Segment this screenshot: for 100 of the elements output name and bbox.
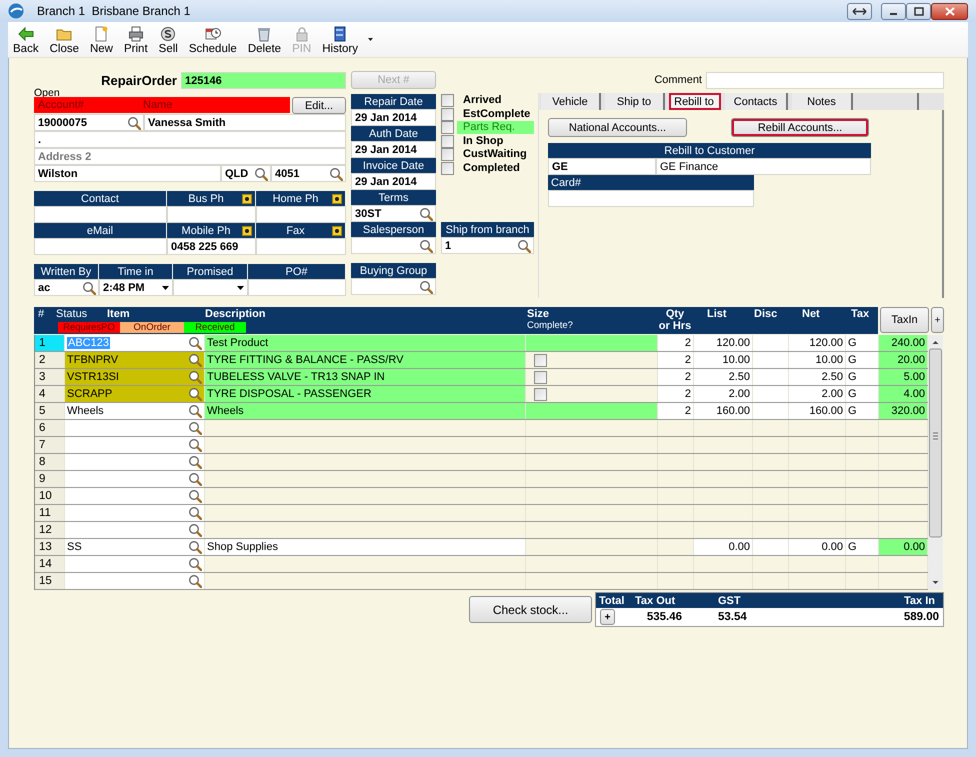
edit-button[interactable]: Edit... [292, 97, 346, 114]
text-field[interactable]: GE [548, 158, 656, 175]
toolbar-button[interactable]: Print [123, 26, 149, 55]
toolbar-button[interactable]: Sell [158, 26, 179, 55]
checkbox[interactable] [441, 162, 454, 175]
text-field[interactable]: 29 Jan 2014 [351, 109, 436, 126]
toolbar-button[interactable]: New [88, 26, 114, 55]
search-icon[interactable] [188, 336, 202, 350]
checkbox[interactable] [441, 108, 454, 121]
search-icon[interactable] [188, 404, 202, 418]
search-icon[interactable] [188, 574, 202, 588]
minimize-button[interactable] [881, 2, 906, 20]
scrollbar[interactable] [928, 335, 943, 590]
search-icon[interactable] [188, 353, 202, 367]
add-column-button[interactable]: + [931, 307, 944, 333]
checkbox[interactable] [441, 148, 454, 162]
search-icon[interactable] [188, 489, 202, 503]
card-field[interactable] [548, 190, 754, 207]
toolbar-button[interactable]: History [321, 26, 360, 55]
tab[interactable]: Ship to [605, 93, 665, 110]
text-field[interactable] [351, 278, 436, 295]
item-field[interactable] [65, 505, 205, 521]
text-field[interactable]: 29 Jan 2014 [351, 141, 436, 158]
text-field[interactable]: Wilston [34, 165, 221, 182]
tab[interactable]: Notes [792, 93, 853, 110]
item-field[interactable] [65, 522, 205, 538]
search-icon[interactable] [419, 280, 433, 294]
text-field[interactable]: 29 Jan 2014 [351, 173, 436, 190]
text-field[interactable] [256, 206, 346, 223]
text-field[interactable] [167, 206, 256, 223]
text-field[interactable]: 19000075 [34, 114, 144, 131]
search-icon[interactable] [329, 166, 343, 180]
checkbox[interactable] [534, 354, 547, 366]
text-field[interactable]: 4051 [271, 165, 346, 182]
item-field[interactable]: TFBNPRV [65, 352, 205, 368]
search-icon[interactable] [188, 438, 202, 452]
item-field[interactable] [65, 556, 205, 572]
text-field[interactable] [173, 279, 248, 296]
maximize-button[interactable] [906, 2, 931, 20]
item-field[interactable] [65, 488, 205, 504]
text-field[interactable] [351, 237, 436, 254]
dropdown-icon[interactable] [236, 284, 245, 290]
item-field[interactable]: SS [65, 539, 205, 555]
comment-field[interactable] [706, 72, 944, 88]
text-field[interactable]: Vanessa Smith [144, 114, 346, 131]
search-icon[interactable] [419, 238, 433, 252]
address-field[interactable]: Address 2 [34, 148, 346, 165]
toolbar-button[interactable]: Close [48, 26, 80, 55]
search-icon[interactable] [188, 506, 202, 520]
order-number-field[interactable]: 125146 [181, 72, 346, 89]
text-field[interactable]: . [34, 131, 346, 148]
toolbar-button[interactable]: Schedule [188, 26, 238, 55]
item-field[interactable]: Wheels [65, 403, 205, 419]
tab[interactable]: Contacts [725, 93, 788, 110]
flag-icon[interactable] [332, 194, 342, 204]
rebill-button[interactable]: Rebill Accounts... [731, 118, 869, 137]
search-icon[interactable] [188, 557, 202, 571]
item-field[interactable] [65, 454, 205, 470]
text-field[interactable] [34, 206, 167, 223]
checkbox[interactable] [441, 94, 454, 108]
search-icon[interactable] [188, 472, 202, 486]
swap-button[interactable] [847, 2, 872, 20]
item-field[interactable] [65, 573, 205, 589]
search-icon[interactable] [188, 540, 202, 554]
text-field[interactable] [34, 238, 167, 255]
search-icon[interactable] [188, 370, 202, 384]
text-field[interactable]: 2:48 PM [99, 279, 173, 296]
search-icon[interactable] [517, 238, 531, 252]
check-stock-button[interactable]: Check stock... [469, 596, 592, 623]
item-field[interactable] [65, 437, 205, 453]
checkbox[interactable] [441, 134, 454, 148]
search-icon[interactable] [188, 455, 202, 469]
text-field[interactable]: 0458 225 669 [167, 238, 256, 255]
search-icon[interactable] [254, 166, 268, 180]
search-icon[interactable] [188, 421, 202, 435]
flag-icon[interactable] [242, 226, 252, 236]
toolbar-button[interactable]: Delete [246, 26, 282, 55]
flag-icon[interactable] [242, 194, 252, 204]
checkbox[interactable] [534, 370, 547, 384]
search-icon[interactable] [127, 116, 141, 130]
search-icon[interactable] [419, 206, 433, 220]
expand-button[interactable]: + [600, 609, 615, 625]
text-field[interactable]: 30ST [351, 205, 436, 222]
item-field[interactable]: SCRAPP [65, 386, 205, 402]
checkbox[interactable] [441, 121, 454, 134]
tab[interactable]: Vehicle [541, 93, 601, 110]
close-icon[interactable] [944, 6, 954, 16]
text-field[interactable]: 1 [441, 237, 534, 254]
flag-icon[interactable] [332, 226, 342, 236]
text-field[interactable] [256, 238, 346, 255]
search-icon[interactable] [188, 387, 202, 401]
text-field[interactable]: GE Finance [656, 158, 871, 175]
text-field[interactable]: QLD [221, 165, 271, 182]
text-field[interactable]: ac [34, 279, 99, 296]
dropdown-icon[interactable] [161, 284, 170, 290]
taxin-button[interactable]: TaxIn [880, 307, 929, 333]
maximize-icon[interactable] [914, 6, 924, 16]
search-icon[interactable] [82, 280, 96, 294]
dropdown-icon[interactable] [368, 38, 374, 41]
close-button[interactable] [931, 2, 968, 20]
